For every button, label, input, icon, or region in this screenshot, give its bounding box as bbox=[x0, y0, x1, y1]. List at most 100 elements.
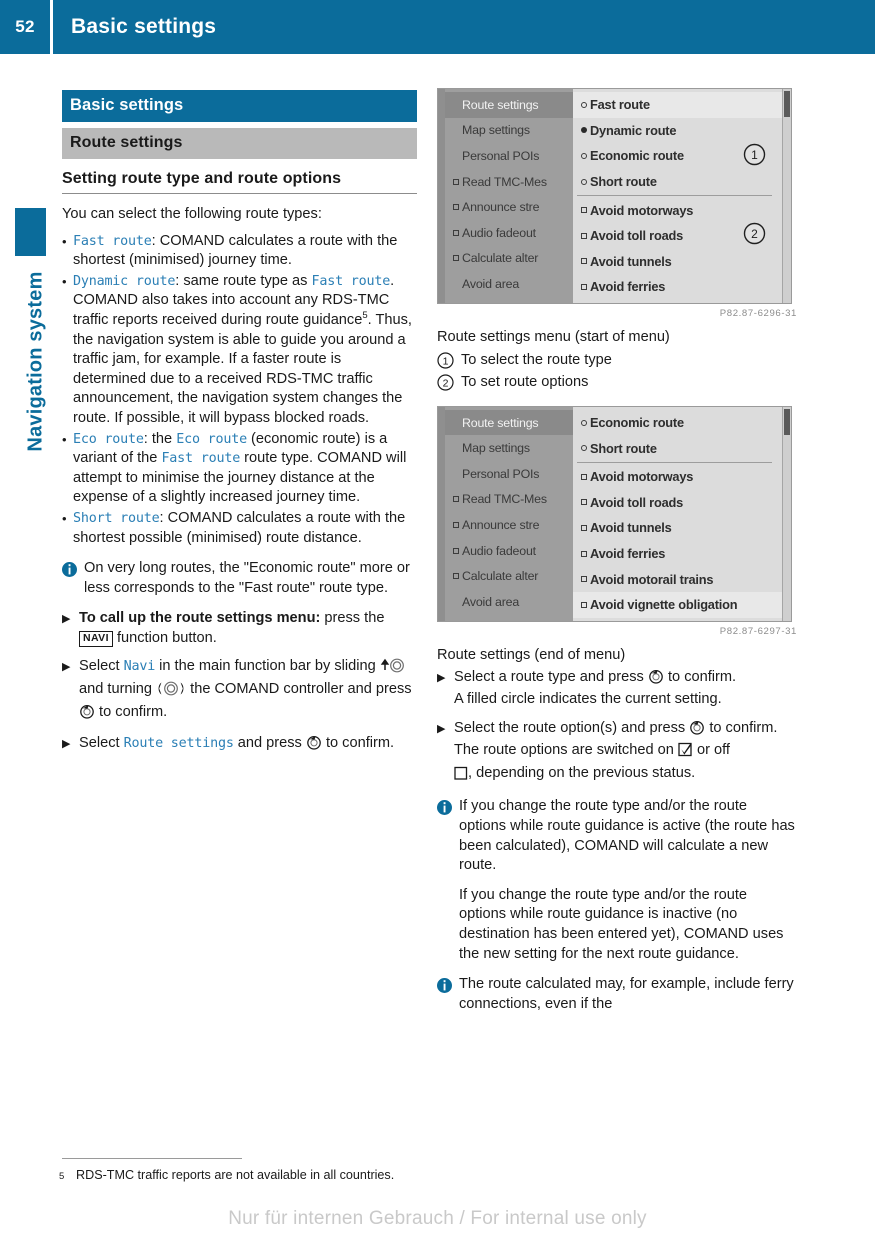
option-row-label: Dynamic route bbox=[590, 122, 677, 138]
comand-press-icon bbox=[306, 735, 322, 757]
info-icon bbox=[437, 797, 459, 964]
option-row[interactable]: Short route bbox=[573, 435, 782, 461]
ui-term-route-settings: Route settings bbox=[123, 736, 234, 752]
step-body-text: Select the route option(s) and press bbox=[454, 719, 686, 736]
bullet-body-text: : same route type as bbox=[175, 272, 312, 289]
callout-legend-item: 1 To select the route type bbox=[437, 350, 797, 370]
step-body-text: Select bbox=[79, 735, 124, 752]
menu-row[interactable]: Route settings bbox=[445, 409, 573, 436]
radio-off-icon bbox=[578, 445, 590, 452]
menu-row[interactable]: Personal POIs bbox=[445, 143, 573, 169]
bullet-text: Dynamic route: same route type as Fast r… bbox=[73, 272, 417, 429]
checkbox-icon bbox=[450, 229, 462, 236]
option-row[interactable]: Avoid motorways bbox=[573, 464, 782, 490]
screenshot-scrollbar[interactable] bbox=[782, 89, 791, 303]
option-row-label: Short route bbox=[590, 440, 657, 456]
option-row-label: Avoid tunnels bbox=[590, 520, 672, 536]
option-row-label: Avoid vignette obligation bbox=[590, 597, 738, 613]
option-row[interactable]: Avoid tunnels bbox=[573, 515, 782, 541]
callout-legend-item: 2 To set route options bbox=[437, 372, 797, 392]
step-body-tail-label: to confirm. bbox=[667, 668, 737, 685]
info-note: On very long routes, the "Economic route… bbox=[62, 559, 417, 598]
checkbox-icon bbox=[578, 232, 590, 239]
menu-row[interactable]: Personal POIs bbox=[445, 461, 573, 487]
heading-setting-route-type: Setting route type and route options bbox=[62, 170, 417, 194]
step-bold-lead: To call up the route settings menu: bbox=[79, 610, 321, 627]
list-item: • Eco route: the Eco route (economic rou… bbox=[62, 430, 417, 508]
menu-row-label: Avoid area bbox=[462, 594, 520, 609]
step-body-second-line: A filled circle indicates the current se… bbox=[454, 691, 722, 708]
scrollbar-thumb[interactable] bbox=[784, 408, 790, 435]
menu-row[interactable]: Read TMC-Mes bbox=[445, 169, 573, 195]
triangle-right-icon: ▶ bbox=[437, 722, 446, 735]
scrollbar-thumb[interactable] bbox=[784, 91, 790, 117]
menu-row[interactable]: Announce stre bbox=[445, 512, 573, 538]
menu-row[interactable]: Avoid area bbox=[445, 589, 573, 615]
menu-row-label: Read TMC-Mes bbox=[462, 492, 547, 507]
left-column: Basic settings Route settings Setting ro… bbox=[62, 90, 417, 766]
checkbox-icon bbox=[578, 601, 590, 608]
option-row[interactable]: Avoid tunnels bbox=[573, 249, 782, 275]
option-row[interactable]: Avoid ferries bbox=[573, 541, 782, 567]
menu-row[interactable]: Map settings bbox=[445, 435, 573, 461]
comand-slide-up-icon bbox=[380, 658, 406, 680]
menu-row[interactable]: Audio fadeout bbox=[445, 538, 573, 564]
bullet-body-text-cont2: . Thus, the navigation system is able to… bbox=[73, 311, 412, 426]
checkbox-unchecked-icon bbox=[454, 766, 468, 787]
step-item: ▶ Select Route settings and press to con… bbox=[62, 734, 417, 757]
option-row[interactable]: Short route bbox=[573, 169, 782, 195]
screenshot-options-column: Economic route Short route Avoid motorwa… bbox=[573, 406, 782, 621]
menu-row[interactable]: Map settings bbox=[445, 118, 573, 144]
option-row[interactable]: Avoid toll roads bbox=[573, 490, 782, 516]
bullet-icon: • bbox=[62, 273, 67, 289]
step-body-text-cont3: the COMAND controller and press bbox=[186, 681, 412, 698]
option-row[interactable]: Avoid motorail trains bbox=[573, 566, 782, 592]
figure-route-settings-end: Route settings Map settings Personal POI… bbox=[437, 405, 797, 637]
menu-row[interactable]: Read TMC-Mes bbox=[445, 487, 573, 513]
step-body-text-cont: in the main function bar by sliding bbox=[155, 658, 380, 675]
screenshot-scrollbar[interactable] bbox=[782, 406, 791, 621]
menu-row[interactable]: Avoid area bbox=[445, 271, 573, 297]
checkbox-icon bbox=[578, 524, 590, 531]
menu-row[interactable]: Announce stre bbox=[445, 194, 573, 220]
footnote-text: RDS-TMC traffic reports are not availabl… bbox=[76, 1168, 395, 1182]
checkbox-icon bbox=[450, 255, 462, 262]
comand-screenshot-1: Route settings Map settings Personal POI… bbox=[437, 88, 792, 304]
info-icon bbox=[62, 559, 84, 598]
menu-row-label: Calculate alter bbox=[462, 569, 539, 584]
comand-press-icon bbox=[689, 720, 705, 742]
info-note-paragraph: If you change the route type and/or the … bbox=[459, 886, 784, 962]
menu-row-label: Announce stre bbox=[462, 200, 540, 215]
comand-screenshot-2: Route settings Map settings Personal POI… bbox=[437, 405, 792, 622]
radio-off-icon bbox=[578, 178, 590, 185]
step-item: ▶ Select a route type and press to confi… bbox=[437, 668, 797, 710]
option-row[interactable]: Avoid motorways bbox=[573, 197, 782, 223]
step-body-text-cont: and press bbox=[233, 735, 306, 752]
checkbox-icon bbox=[578, 576, 590, 583]
bullet-icon: • bbox=[62, 510, 67, 526]
option-row[interactable]: Dynamic route bbox=[573, 118, 782, 144]
bullet-icon: • bbox=[62, 431, 67, 447]
menu-row-label: Map settings bbox=[462, 441, 530, 456]
menu-row[interactable]: Calculate alter bbox=[445, 563, 573, 589]
info-note: If you change the route type and/or the … bbox=[437, 797, 797, 964]
screenshot-options-column: Fast route Dynamic route Economic route … bbox=[573, 89, 782, 303]
option-row[interactable]: Avoid ferries bbox=[573, 274, 782, 300]
step-body-text-cont2: to confirm. bbox=[321, 735, 395, 752]
bullet-text: Eco route: the Eco route (economic route… bbox=[73, 430, 417, 508]
bullet-text: Short route: COMAND calculates a route w… bbox=[73, 509, 417, 548]
option-row[interactable]: Economic route bbox=[573, 410, 782, 436]
menu-row[interactable]: Route settings bbox=[445, 92, 573, 118]
menu-row[interactable]: Audio fadeout bbox=[445, 220, 573, 246]
menu-row-label: Avoid area bbox=[462, 276, 520, 291]
option-row[interactable]: Fast route bbox=[573, 92, 782, 118]
chapter-label: Navigation system bbox=[24, 271, 47, 452]
step-body-second-line-a: The route options are switched on bbox=[454, 742, 674, 759]
option-row-label: Avoid ferries bbox=[590, 279, 666, 295]
option-row-label: Avoid ferries bbox=[590, 546, 666, 562]
menu-row[interactable]: Calculate alter bbox=[445, 246, 573, 272]
comand-press-icon bbox=[648, 669, 664, 691]
ui-term-navi: Navi bbox=[123, 659, 156, 675]
navi-button-glyph[interactable]: NAVI bbox=[79, 630, 113, 647]
option-row[interactable]: Avoid vignette obligation bbox=[573, 591, 782, 618]
